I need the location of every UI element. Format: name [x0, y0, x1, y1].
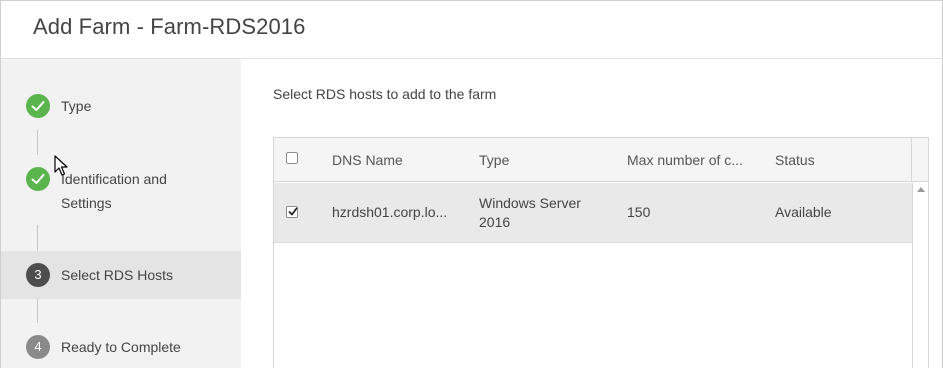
table-row[interactable]: hzrdsh01.corp.lo... Windows Server 2016 … — [274, 183, 912, 243]
scroll-up-arrow-icon[interactable] — [917, 187, 925, 192]
column-header-max-connections[interactable]: Max number of c... — [627, 138, 762, 182]
dialog-title: Add Farm - Farm-RDS2016 — [33, 14, 306, 39]
wizard-content: Select RDS hosts to add to the farm DNS … — [241, 59, 942, 368]
wizard-step-label-line1: Identification and — [61, 171, 167, 187]
dialog-header: Add Farm - Farm-RDS2016 — [1, 1, 942, 59]
grid-header: DNS Name Type Max number of c... Status — [274, 138, 928, 182]
column-header-dns-name[interactable]: DNS Name — [332, 138, 462, 182]
wizard-steps-sidebar: Type Identification and Settings 3 Selec… — [1, 59, 241, 368]
step-connector — [37, 130, 38, 155]
column-header-status[interactable]: Status — [775, 138, 895, 182]
step-connector — [37, 299, 38, 323]
step-complete-icon — [26, 167, 50, 191]
wizard-step-label: Type — [61, 98, 92, 114]
wizard-step-select-rds-hosts[interactable]: 3 Select RDS Hosts — [1, 251, 241, 299]
step-number-badge: 4 — [26, 335, 50, 359]
step-complete-icon — [26, 94, 50, 118]
cell-status: Available — [775, 204, 832, 220]
vertical-scrollbar[interactable] — [912, 183, 928, 368]
step-connector — [37, 225, 38, 251]
cell-dns-name: hzrdsh01.corp.lo... — [332, 204, 448, 220]
row-select-checkbox[interactable] — [286, 206, 298, 218]
mouse-pointer-icon — [54, 155, 68, 182]
wizard-step-label-line2: Settings — [61, 195, 112, 211]
wizard-step-label: Select RDS Hosts — [61, 267, 174, 283]
wizard-step-identification[interactable]: Identification and Settings — [1, 166, 241, 216]
select-all-checkbox[interactable] — [286, 152, 298, 164]
cell-max-connections: 150 — [627, 204, 651, 220]
rds-hosts-grid: DNS Name Type Max number of c... Status … — [273, 137, 929, 368]
wizard-step-type[interactable]: Type — [1, 94, 241, 118]
step-number-badge: 3 — [26, 263, 50, 287]
cell-type-line1: Windows Server — [479, 195, 581, 211]
add-farm-dialog: Add Farm - Farm-RDS2016 Type Identificat… — [0, 0, 943, 368]
instruction-text: Select RDS hosts to add to the farm — [273, 86, 497, 102]
wizard-step-ready-to-complete[interactable]: 4 Ready to Complete — [1, 334, 241, 360]
wizard-step-label: Ready to Complete — [61, 339, 181, 355]
header-divider — [911, 138, 912, 182]
column-header-type[interactable]: Type — [479, 138, 609, 182]
cell-type-line2: 2016 — [479, 214, 511, 230]
